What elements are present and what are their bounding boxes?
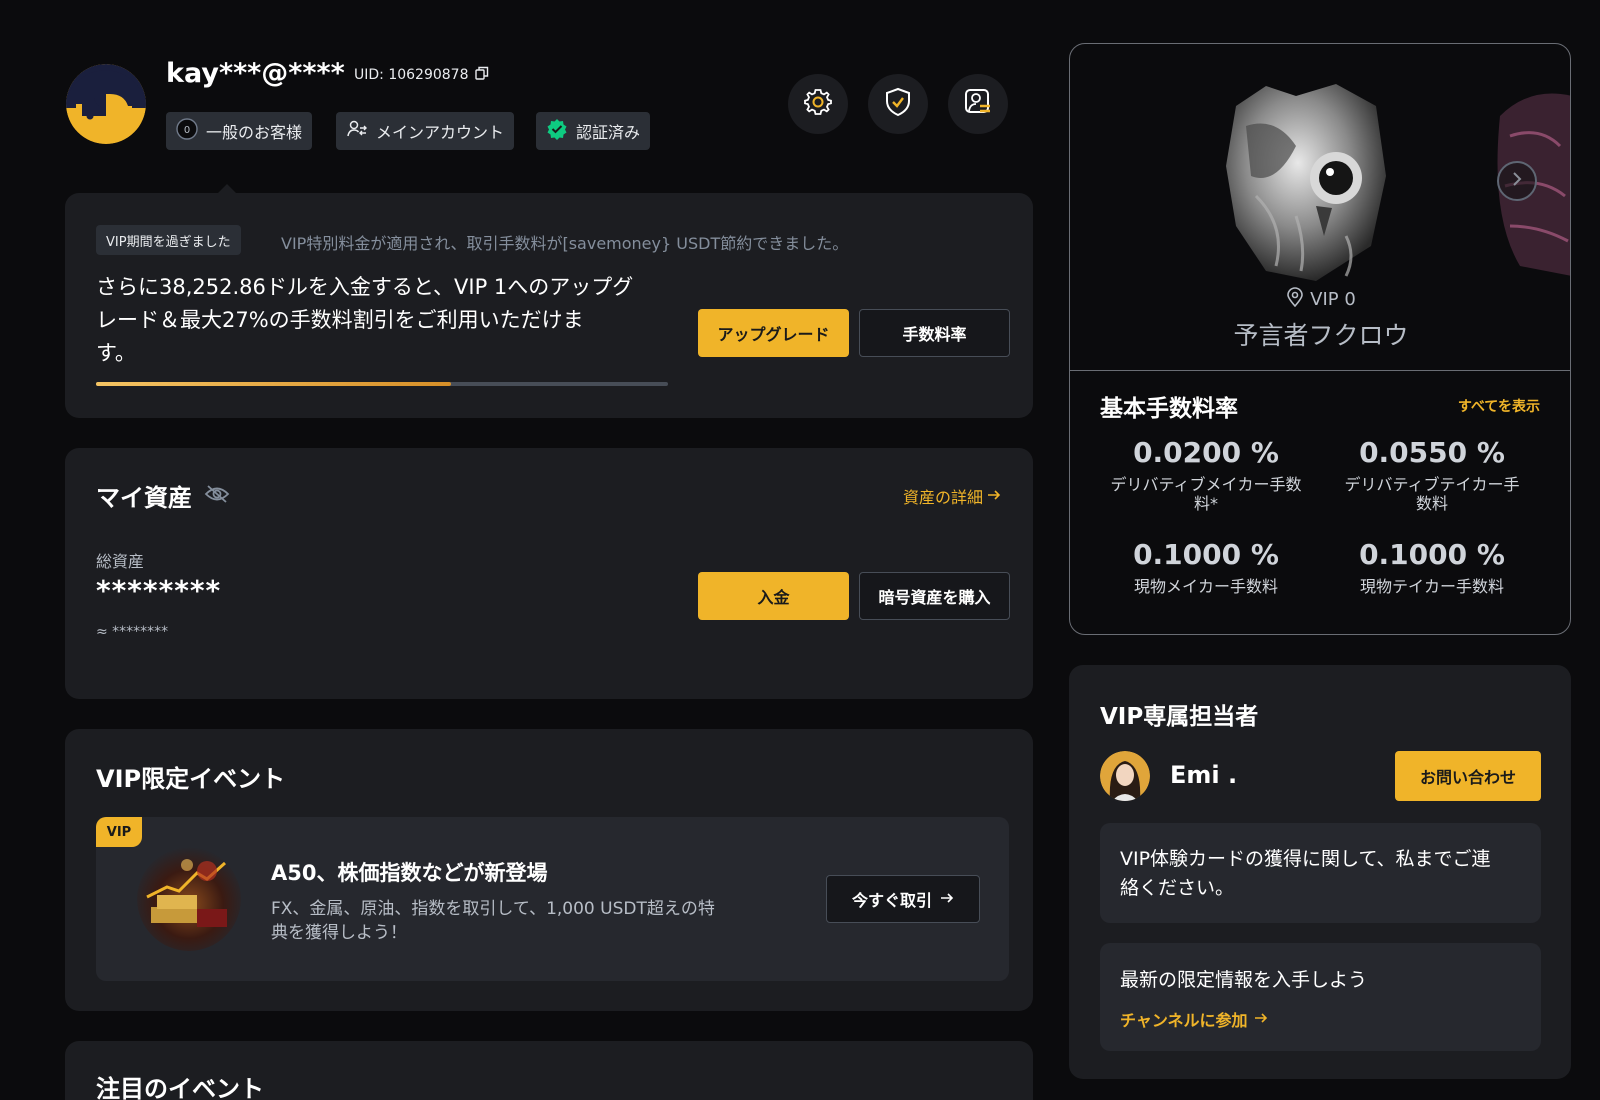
vip-level-row: VIP 0 <box>1070 287 1570 312</box>
upgrade-message-line: す。 <box>96 341 136 365</box>
badge-label: 認証済み <box>576 123 641 142</box>
vip-level-name: 予言者フクロウ <box>1233 321 1409 350</box>
upgrade-message: さらに38,252.86ドルを入金すると、VIP 1へのアップグ レード＆最大2… <box>96 271 633 370</box>
upgrade-progress-bar <box>96 382 668 386</box>
settings-button[interactable] <box>788 74 848 134</box>
event-item[interactable]: VIP A50、株価指数などが新登場 FX、金属、原油、指数を取引して、1,00… <box>96 817 1009 981</box>
vip-manager-title: VIP専属担当者 <box>1100 704 1259 730</box>
uid-label: UID: 106290878 <box>354 66 489 84</box>
settings-gear-icon <box>803 87 833 121</box>
vip-event-title: VIP限定イベント <box>96 765 286 793</box>
account-switch-icon <box>963 87 993 121</box>
tooltip-pointer <box>218 184 236 193</box>
arrow-right-icon <box>987 487 1001 506</box>
fee-label: 現物テイカー手数料 <box>1359 577 1504 596</box>
eye-hidden-icon[interactable] <box>204 483 230 509</box>
join-channel-link[interactable]: チャンネルに参加 <box>1120 1007 1268 1031</box>
fee-item: 0.0550 % デリバティブテイカー手 数料 <box>1322 436 1542 513</box>
badge-main-account: メインアカウント <box>336 112 515 150</box>
featured-events-card: 注目のイベント <box>65 1041 1033 1100</box>
manager-message-line: 絡ください。 <box>1120 877 1235 899</box>
username: kay***@**** <box>166 58 345 89</box>
fee-label: 現物メイカー手数料 <box>1133 577 1278 596</box>
fee-label-line: 数料 <box>1415 494 1448 513</box>
manager-name: Emi . <box>1170 761 1238 789</box>
copy-icon[interactable] <box>474 66 489 84</box>
featured-events-title: 注目のイベント <box>96 1075 264 1100</box>
total-assets-approx: ≈ ******** <box>96 624 169 640</box>
tier-icon: 0 <box>176 118 198 144</box>
view-all-link[interactable]: すべてを表示 <box>1458 396 1540 416</box>
my-assets-card: マイ資産 資産の詳細 総資産 ******** ≈ ******** 入金 暗号… <box>65 448 1033 699</box>
manager-message-line: VIP体験カードの獲得に関して、私までご連 <box>1120 848 1491 870</box>
event-description-line: 典を獲得しよう！ <box>271 923 407 943</box>
fee-value: 0.0200 % <box>1133 436 1279 469</box>
fee-rate-button[interactable]: 手数料率 <box>859 309 1010 357</box>
event-description-line: FX、金属、原油、指数を取引して、1,000 USDT超えの特 <box>271 899 715 919</box>
upgrade-message-line: さらに38,252.86ドルを入金すると、VIP 1へのアップグ <box>96 275 634 299</box>
assets-title: マイ資産 <box>96 484 192 512</box>
users-switch-icon <box>346 118 368 144</box>
contact-button[interactable]: お問い合わせ <box>1395 751 1541 801</box>
vip-manager-card: VIP専属担当者 Emi . お問い合わせ VIP体験カードの獲得に関して、私ま… <box>1069 665 1571 1079</box>
total-assets-label: 総資産 <box>96 552 145 571</box>
channel-box: 最新の限定情報を入手しよう チャンネルに参加 <box>1100 943 1541 1051</box>
vip-card-divider <box>1070 370 1570 371</box>
fee-item: 0.0200 % デリバティブメイカー手数 料* <box>1096 436 1316 513</box>
vip-notice: VIP特別料金が適用され、取引手数料が[savemoney} USDT節約できま… <box>281 234 849 253</box>
fee-value: 0.0550 % <box>1359 436 1505 469</box>
badge-label: メインアカウント <box>376 123 505 142</box>
upgrade-button[interactable]: アップグレード <box>698 309 849 357</box>
vip-status-card: VIP期間を過ぎました VIP特別料金が適用され、取引手数料が[savemone… <box>65 193 1033 418</box>
fee-item: 0.1000 % 現物テイカー手数料 <box>1322 538 1542 596</box>
verified-check-icon <box>546 118 568 144</box>
base-fee-title: 基本手数料率 <box>1100 396 1238 422</box>
badge-label: 一般のお客様 <box>206 123 303 142</box>
security-shield-icon <box>883 87 913 121</box>
asset-details-label: 資産の詳細 <box>902 488 983 507</box>
badge-customer-tier: 0 一般のお客様 <box>166 112 313 150</box>
fee-value: 0.1000 % <box>1133 538 1279 571</box>
arrow-right-icon <box>940 890 954 909</box>
upgrade-progress-fill <box>96 382 451 386</box>
join-channel-label: チャンネルに参加 <box>1120 1011 1248 1030</box>
avatar[interactable] <box>66 64 146 144</box>
svg-text:0: 0 <box>184 125 190 136</box>
account-switch-button[interactable] <box>948 74 1008 134</box>
assets-header: マイ資産 <box>96 478 230 513</box>
vip-tag: VIP <box>96 817 142 847</box>
upgrade-message-line: レード＆最大27%の手数料割引をご利用いただけま <box>96 308 584 332</box>
owl-image <box>1196 66 1416 296</box>
fee-value: 0.1000 % <box>1359 538 1505 571</box>
manager-avatar <box>1100 751 1150 801</box>
uid-text: UID: 106290878 <box>354 67 469 83</box>
fee-label: デリバティブテイカー手 数料 <box>1322 475 1542 513</box>
chevron-right-icon <box>1509 171 1525 191</box>
fee-item: 0.1000 % 現物メイカー手数料 <box>1096 538 1316 596</box>
deposit-button[interactable]: 入金 <box>698 572 849 620</box>
fee-label: デリバティブメイカー手数 料* <box>1096 475 1316 513</box>
location-pin-icon <box>1286 287 1304 312</box>
vip-level-label: VIP 0 <box>1310 289 1356 310</box>
fee-label-line: デリバティブメイカー手数 <box>1110 475 1302 494</box>
event-thumbnail <box>137 847 241 951</box>
vip-expired-tag: VIP期間を過ぎました <box>96 225 241 255</box>
vip-event-card: VIP限定イベント VIP A50、株価指数などが新登場 FX、金属、原油、指数… <box>65 729 1033 1011</box>
badge-verified: 認証済み <box>536 112 651 150</box>
next-tier-button[interactable] <box>1497 161 1537 201</box>
asset-details-link[interactable]: 資産の詳細 <box>903 484 1001 508</box>
channel-info-title: 最新の限定情報を入手しよう <box>1120 969 1368 991</box>
manager-message: VIP体験カードの獲得に関して、私までご連 絡ください。 <box>1100 823 1541 923</box>
total-assets-value: ******** <box>96 574 222 607</box>
trade-now-label: 今すぐ取引 <box>851 891 932 910</box>
fee-label-line: 料* <box>1193 494 1218 513</box>
buy-crypto-button[interactable]: 暗号資産を購入 <box>859 572 1010 620</box>
event-description: FX、金属、原油、指数を取引して、1,000 USDT超えの特 典を獲得しよう！ <box>271 897 715 945</box>
arrow-right-icon <box>1254 1010 1268 1029</box>
vip-level-card: VIP 0 予言者フクロウ 基本手数料率 すべてを表示 0.0200 % デリバ… <box>1069 43 1571 635</box>
security-button[interactable] <box>868 74 928 134</box>
trade-now-button[interactable]: 今すぐ取引 <box>826 875 980 923</box>
fee-label-line: デリバティブテイカー手 <box>1344 475 1520 494</box>
event-headline: A50、株価指数などが新登場 <box>271 861 548 885</box>
